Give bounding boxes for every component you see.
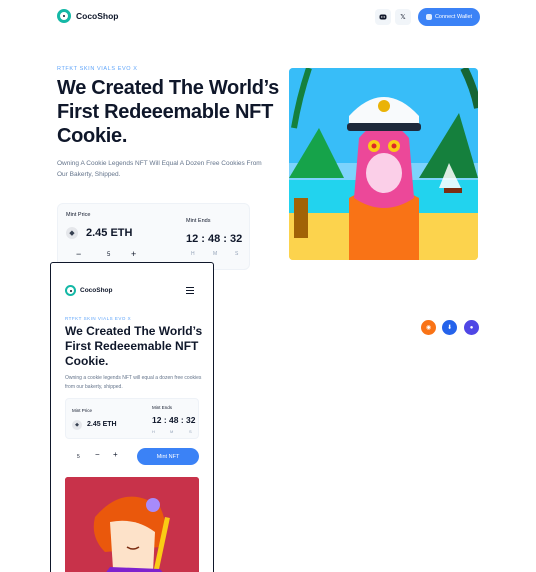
mobile-decrease-button[interactable]: −: [95, 450, 100, 459]
x-icon: 𝕏: [400, 14, 406, 21]
hero-title: We Created The World’s First Redeeemable…: [57, 77, 279, 147]
mobile-mint-price-label: Mint Price: [72, 408, 93, 413]
badge-icon: ●: [469, 324, 474, 331]
download-icon: ⬇: [446, 325, 453, 331]
mobile-mint-ends-label: Mint Ends: [152, 405, 173, 410]
mobile-kicker: RTFKT SKIN VIALS EVO X: [65, 316, 132, 321]
connect-wallet-label: Connect Wallet: [434, 14, 473, 20]
logo-icon: [57, 9, 71, 23]
mint-nft-button[interactable]: Mint NFT: [137, 448, 199, 465]
mobile-title: We Created The World’s First Redeeemable…: [65, 324, 203, 368]
hamburger-menu-icon[interactable]: [186, 287, 194, 294]
mobile-logo[interactable]: CocoShop: [65, 285, 113, 296]
decrease-button[interactable]: −: [76, 249, 81, 259]
badge-button[interactable]: ●: [464, 320, 479, 335]
mobile-minutes-label: M: [170, 429, 174, 434]
logo-text: CocoShop: [76, 11, 119, 21]
eth-icon: ◆: [66, 227, 78, 239]
quantity-value[interactable]: 5: [107, 252, 110, 258]
minutes-label: M: [213, 251, 218, 257]
mobile-seconds-label: S: [189, 429, 192, 434]
mobile-eth-icon: ◆: [72, 420, 82, 430]
wallet-icon: [425, 14, 432, 20]
mobile-hours-label: H: [152, 429, 155, 434]
mobile-logo-text: CocoShop: [80, 287, 113, 294]
hours-label: H: [191, 251, 195, 257]
mobile-mint-card: Mint Price ◆ 2.45 ETH Mint Ends 12 : 48 …: [65, 398, 199, 439]
connect-wallet-button[interactable]: Connect Wallet: [418, 8, 480, 26]
hero-nft-image: [289, 68, 478, 260]
mobile-quantity-value[interactable]: 5: [77, 454, 80, 460]
countdown-timer: 12 : 48 : 32: [186, 233, 243, 245]
mint-ends-label: Mint Ends: [186, 218, 211, 224]
mobile-preview: CocoShop RTFKT SKIN VIALS EVO X We Creat…: [50, 262, 214, 572]
hero-kicker: RTFKT SKIN VIALS EVO X: [57, 66, 138, 72]
rss-button[interactable]: ◉: [421, 320, 436, 335]
mint-card: Mint Price ◆ 2.45 ETH Mint Ends 12 : 48 …: [57, 203, 250, 270]
seconds-label: S: [235, 251, 239, 257]
mobile-countdown-timer: 12 : 48 : 32: [152, 415, 196, 425]
increase-button[interactable]: +: [131, 249, 136, 259]
x-button[interactable]: 𝕏: [395, 9, 411, 25]
hero-subtitle: Owning A Cookie Legends NFT Will Equal A…: [57, 160, 262, 178]
rss-icon: ◉: [425, 325, 432, 331]
mobile-increase-button[interactable]: +: [113, 450, 118, 459]
mobile-mint-price: 2.45 ETH: [87, 421, 117, 428]
mobile-subtitle: Owning a cookie legends NFT will equal a…: [65, 375, 202, 390]
logo[interactable]: CocoShop: [57, 9, 119, 23]
mobile-nft-image: [65, 477, 199, 572]
ape-captain-illustration: [289, 68, 478, 260]
download-button[interactable]: ⬇: [442, 320, 457, 335]
discord-icon: [379, 14, 387, 20]
site-header: CocoShop 𝕏 Connect Wallet: [0, 0, 536, 36]
mint-price-label: Mint Price: [66, 212, 91, 218]
mint-price: 2.45 ETH: [86, 227, 133, 239]
mobile-logo-icon: [65, 285, 76, 296]
discord-button[interactable]: [375, 9, 391, 25]
anime-character-illustration: [65, 477, 199, 572]
